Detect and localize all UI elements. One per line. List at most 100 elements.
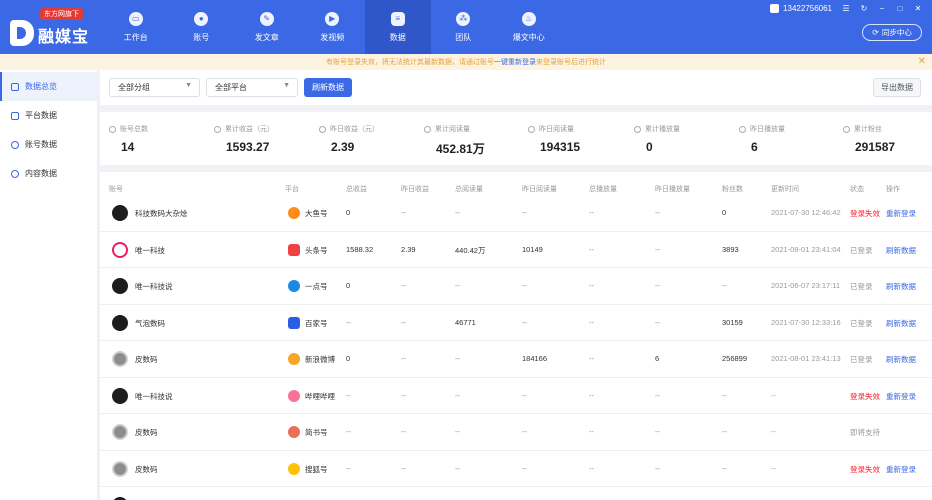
table-row[interactable]: 皮数码 新浪微博 0 -- -- 184166 -- 6 256899 2021…	[100, 341, 932, 378]
stat-value: 0	[646, 140, 653, 154]
sidebar-label: 数据总览	[25, 82, 57, 91]
sidebar-item-account[interactable]: 账号数据	[0, 130, 97, 159]
col-status: 状态	[850, 186, 864, 193]
yesterday-income: --	[401, 281, 406, 290]
account-name: 气泡数码	[135, 318, 165, 328]
total-play: --	[589, 354, 594, 363]
status-badge: 即将支持	[850, 428, 880, 437]
relogin-button[interactable]: 重新登录	[886, 464, 916, 475]
close-icon[interactable]: ✕	[914, 4, 922, 13]
stats-panel: 账号总数 14 累计收益（元） 1593.27 昨日收益（元） 2.39 累计阅…	[100, 112, 932, 165]
minimize-icon[interactable]: −	[878, 4, 886, 13]
fans: 0	[722, 208, 727, 217]
table-row[interactable]: 唯一科技说 哔哩哔哩 -- -- -- -- -- -- -- -- 登录失效 …	[100, 378, 932, 414]
refresh-icon[interactable]: ↻	[860, 4, 868, 13]
stat-value: 14	[121, 140, 135, 154]
nav-hot-articles[interactable]: ♨ 爆文中心	[496, 0, 562, 54]
jianshu-platform-icon	[288, 426, 300, 438]
stat-value: 291587	[855, 140, 896, 154]
platform-name: 大鱼号	[305, 209, 328, 218]
account-name: 唯一科技说	[135, 391, 173, 401]
relogin-link[interactable]: 一键重新登录	[494, 57, 536, 67]
stat-yesterday-play: 昨日播放量 6	[739, 124, 785, 154]
user-phone[interactable]: 13422756061	[783, 4, 832, 13]
avatar	[112, 351, 128, 367]
nav-article[interactable]: ✎ 发文章	[234, 0, 300, 54]
account-name: 皮数码	[135, 355, 158, 364]
book-icon	[424, 125, 431, 133]
update-time: 2021-06-07 23:17:11	[771, 281, 841, 290]
refresh-row-button[interactable]: 刷新数据	[886, 245, 916, 256]
account-name: 唯一科技	[135, 245, 165, 255]
status-badge: 已登录	[850, 355, 873, 364]
refresh-row-button[interactable]: 刷新数据	[886, 281, 916, 292]
play-circle-icon	[739, 125, 746, 133]
sync-center-button[interactable]: ⟳ 同步中心	[862, 24, 922, 41]
nav-video[interactable]: ▶ 发视频	[300, 0, 366, 54]
table-row[interactable]: 皮数码 简书号 -- -- -- -- -- -- -- -- 即将支持	[100, 414, 932, 451]
yesterday-read: --	[522, 281, 527, 290]
relogin-button[interactable]: 重新登录	[886, 208, 916, 219]
table-row[interactable]: 气泡数码 百家号 -- -- 46771 -- -- -- 30159 2021…	[100, 305, 932, 341]
account-icon	[770, 4, 780, 13]
nav-workbench[interactable]: ▭ 工作台	[103, 0, 169, 54]
app-logo[interactable]: 东方网旗下 融媒宝	[10, 8, 100, 48]
menu-icon[interactable]: ☰	[842, 4, 850, 13]
sidebar-item-overview[interactable]: 数据总览	[0, 72, 97, 101]
total-play: --	[589, 463, 594, 473]
export-data-button[interactable]: 导出数据	[873, 78, 921, 97]
yesterday-read: --	[522, 390, 527, 400]
account-table: 账号 平台 总收益 昨日收益 总阅读量 昨日阅读量 总播放量 昨日播放量 粉丝数…	[100, 172, 932, 500]
platform-select[interactable]: 全部平台 ▼	[206, 78, 298, 97]
table-row[interactable]: 皮数码 搜狐号 -- -- -- -- -- -- -- -- 登录失效 重新登…	[100, 451, 932, 487]
avatar	[112, 424, 128, 440]
yesterday-play: --	[655, 208, 660, 217]
sync-label: 同步中心	[881, 28, 912, 37]
refresh-row-button[interactable]: 刷新数据	[886, 318, 916, 329]
platform-name: 简书号	[305, 428, 328, 437]
maximize-icon[interactable]: □	[896, 4, 904, 13]
table-row[interactable]: 唯一科技 头条号 1588.32 2.39 440.42万 10149 -- -…	[100, 232, 932, 268]
fans: --	[722, 463, 727, 473]
sidebar-item-platform[interactable]: 平台数据	[0, 101, 97, 130]
feather-icon: ✎	[259, 11, 274, 26]
status-badge: 已登录	[850, 318, 873, 328]
account-data-icon	[11, 140, 19, 149]
yesterday-income: --	[401, 390, 406, 400]
stat-label: 昨日阅读量	[539, 126, 574, 133]
table-row[interactable]: 唯一科技说 一点号 0 -- -- -- -- -- -- 2021-06-07…	[100, 268, 932, 305]
chevron-down-icon: ▼	[185, 82, 192, 89]
total-play: --	[589, 317, 594, 327]
avatar	[112, 460, 128, 477]
stat-value: 6	[751, 140, 758, 154]
play-icon	[634, 125, 641, 133]
table-row[interactable]	[100, 487, 932, 500]
total-income: 0	[346, 354, 351, 363]
col-total-income: 总收益	[346, 186, 367, 193]
notice-text-tail: 来登录账号后进行统计	[536, 59, 606, 66]
monitor-icon: ▭	[128, 11, 143, 26]
dayu-platform-icon	[288, 207, 300, 219]
relogin-button[interactable]: 重新登录	[886, 391, 916, 402]
content-icon	[11, 169, 19, 178]
status-badge: 登录失效	[850, 391, 880, 401]
update-time: 2021-07-30 12:46:42	[771, 208, 841, 217]
user-icon: ●	[194, 11, 209, 26]
fans: --	[722, 281, 727, 290]
table-row[interactable]: 科技数码大杂烩 大鱼号 0 -- -- -- -- -- 0 2021-07-3…	[100, 195, 932, 232]
refresh-data-button[interactable]: 刷新数据	[304, 78, 352, 97]
sidebar-item-content[interactable]: 内容数据	[0, 159, 97, 188]
nav-data[interactable]: ≡ 数据	[365, 0, 431, 54]
nav-team[interactable]: ⁂ 团队	[431, 0, 497, 54]
notice-close-icon[interactable]: ✕	[918, 56, 926, 67]
refresh-row-button[interactable]: 刷新数据	[886, 354, 916, 365]
nav-label: 发视频	[320, 32, 345, 42]
yesterday-read: --	[522, 208, 527, 217]
avatar	[112, 205, 128, 221]
stat-label: 累计阅读量	[435, 126, 470, 133]
nav-account[interactable]: ● 账号	[169, 0, 235, 54]
main-nav: ▭ 工作台 ● 账号 ✎ 发文章 ▶ 发视频 ≡ 数据 ⁂ 团队 ♨ 爆文中心	[103, 0, 562, 54]
stat-value: 2.39	[331, 140, 355, 154]
stat-value: 194315	[540, 140, 581, 154]
group-select[interactable]: 全部分组 ▼	[109, 78, 200, 97]
